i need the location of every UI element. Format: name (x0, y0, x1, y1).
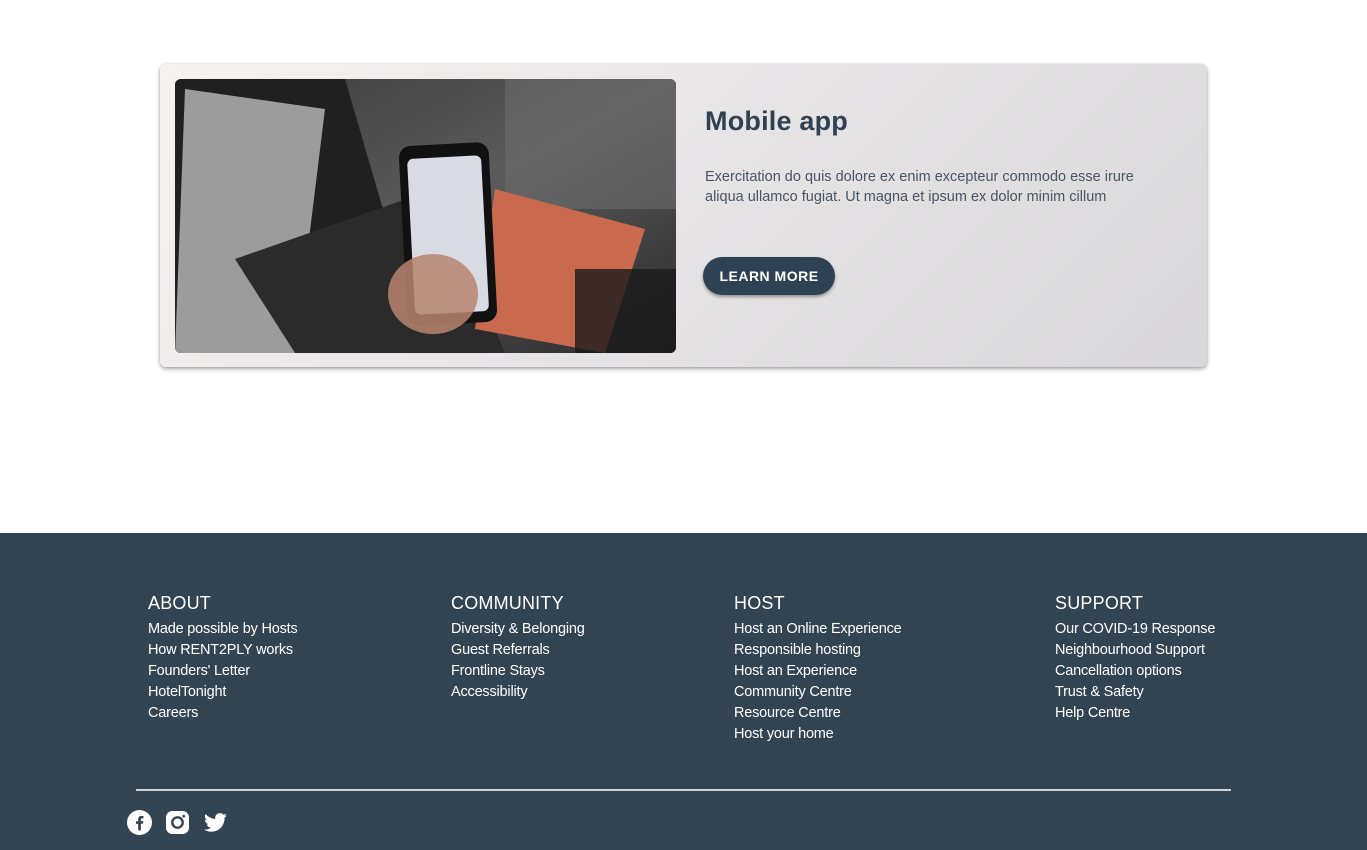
footer-link[interactable]: Host your home (734, 724, 902, 745)
footer-column-about: ABOUT Made possible by Hosts How RENT2PL… (148, 593, 298, 724)
footer-link[interactable]: Founders' Letter (148, 661, 298, 682)
footer-link[interactable]: Resource Centre (734, 703, 902, 724)
card-image (175, 79, 676, 353)
footer-heading: COMMUNITY (451, 593, 564, 613)
footer-column-support: SUPPORT Our COVID-19 Response Neighbourh… (1055, 593, 1215, 724)
card-title: Mobile app (705, 106, 848, 136)
footer-link[interactable]: Help Centre (1055, 703, 1215, 724)
footer-link[interactable]: Made possible by Hosts (148, 619, 298, 640)
footer-link[interactable]: Accessibility (451, 682, 585, 703)
footer-link[interactable]: Guest Referrals (451, 640, 585, 661)
footer-heading: HOST (734, 593, 785, 613)
footer-heading: SUPPORT (1055, 593, 1144, 613)
footer-link[interactable]: Cancellation options (1055, 661, 1215, 682)
footer: ABOUT Made possible by Hosts How RENT2PL… (0, 533, 1367, 850)
mobile-app-card: Mobile app Exercitation do quis dolore e… (160, 64, 1207, 367)
footer-column-community: COMMUNITY Diversity & Belonging Guest Re… (451, 593, 585, 703)
learn-more-button[interactable]: LEARN MORE (703, 257, 835, 295)
footer-link[interactable]: Our COVID-19 Response (1055, 619, 1215, 640)
footer-link[interactable]: Neighbourhood Support (1055, 640, 1215, 661)
facebook-icon[interactable] (127, 810, 152, 835)
footer-column-host: HOST Host an Online Experience Responsib… (734, 593, 902, 745)
footer-link[interactable]: Diversity & Belonging (451, 619, 585, 640)
instagram-icon[interactable] (165, 810, 190, 835)
footer-link[interactable]: Frontline Stays (451, 661, 585, 682)
twitter-icon[interactable] (203, 810, 228, 835)
footer-link[interactable]: How RENT2PLY works (148, 640, 298, 661)
footer-link[interactable]: Community Centre (734, 682, 902, 703)
footer-link[interactable]: Responsible hosting (734, 640, 902, 661)
social-links (127, 810, 228, 835)
footer-link[interactable]: HotelTonight (148, 682, 298, 703)
footer-link[interactable]: Host an Experience (734, 661, 902, 682)
footer-divider (136, 789, 1231, 791)
footer-link[interactable]: Trust & Safety (1055, 682, 1215, 703)
footer-link[interactable]: Host an Online Experience (734, 619, 902, 640)
card-description: Exercitation do quis dolore ex enim exce… (705, 169, 1134, 205)
footer-link[interactable]: Careers (148, 703, 298, 724)
footer-heading: ABOUT (148, 593, 212, 613)
